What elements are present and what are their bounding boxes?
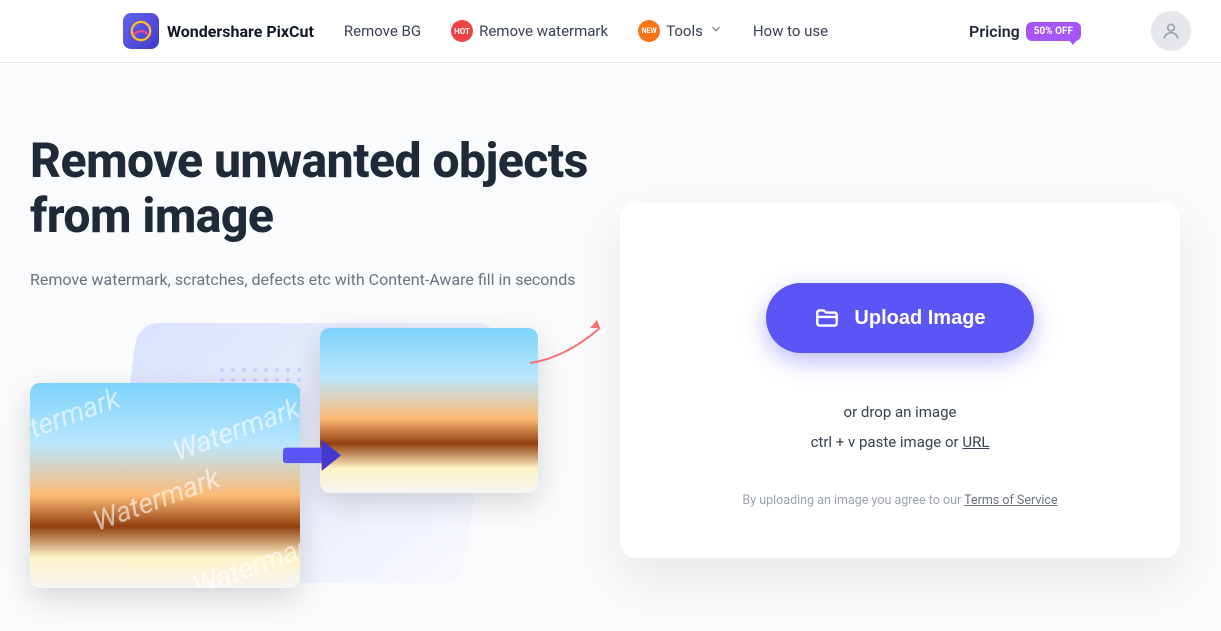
discount-badge-icon: 50% OFF xyxy=(1026,22,1081,41)
upload-button-label: Upload Image xyxy=(854,307,985,330)
chevron-down-icon xyxy=(709,22,723,40)
hero-section: Remove unwanted objects from image Remov… xyxy=(0,63,1221,603)
pixcut-logo-icon xyxy=(123,13,159,49)
demo-before-image: Watermark Watermark Watermark Watermark xyxy=(30,383,300,588)
demo-after-image xyxy=(320,328,538,493)
user-icon xyxy=(1161,21,1181,41)
tos-text: By uploading an image you agree to our T… xyxy=(660,493,1140,508)
upload-card: Upload Image or drop an image ctrl + v p… xyxy=(620,203,1180,558)
nav-tools-label: Tools xyxy=(666,22,703,40)
nav-remove-watermark-label: Remove watermark xyxy=(479,22,608,40)
new-badge-icon: NEW xyxy=(638,20,660,42)
hero-left: Remove unwanted objects from image Remov… xyxy=(30,133,590,603)
arrow-right-icon xyxy=(283,438,341,474)
curved-arrow-icon xyxy=(525,318,615,368)
drop-text: or drop an image xyxy=(660,403,1140,421)
nav-how-to-use[interactable]: How to use xyxy=(753,22,828,40)
avatar[interactable] xyxy=(1151,11,1191,51)
brand-logo[interactable]: Wondershare PixCut xyxy=(123,13,314,49)
page-title: Remove unwanted objects from image xyxy=(30,133,590,243)
terms-link[interactable]: Terms of Service xyxy=(964,493,1057,508)
hot-badge-icon: HOT xyxy=(451,20,473,42)
nav-pricing[interactable]: Pricing 50% OFF xyxy=(969,22,1081,41)
nav-remove-watermark[interactable]: HOT Remove watermark xyxy=(451,20,608,42)
nav-remove-bg[interactable]: Remove BG xyxy=(344,22,421,40)
upload-image-button[interactable]: Upload Image xyxy=(766,283,1033,353)
paste-text: ctrl + v paste image or URL xyxy=(660,433,1140,451)
url-link[interactable]: URL xyxy=(962,433,989,451)
page-subtitle: Remove watermark, scratches, defects etc… xyxy=(30,267,590,293)
navbar: Wondershare PixCut Remove BG HOT Remove … xyxy=(0,0,1221,63)
nav-tools[interactable]: NEW Tools xyxy=(638,20,723,42)
folder-icon xyxy=(814,305,840,331)
demo-images: Watermark Watermark Watermark Watermark xyxy=(30,323,590,603)
nav-pricing-label: Pricing xyxy=(969,22,1020,41)
brand-name: Wondershare PixCut xyxy=(167,22,314,41)
